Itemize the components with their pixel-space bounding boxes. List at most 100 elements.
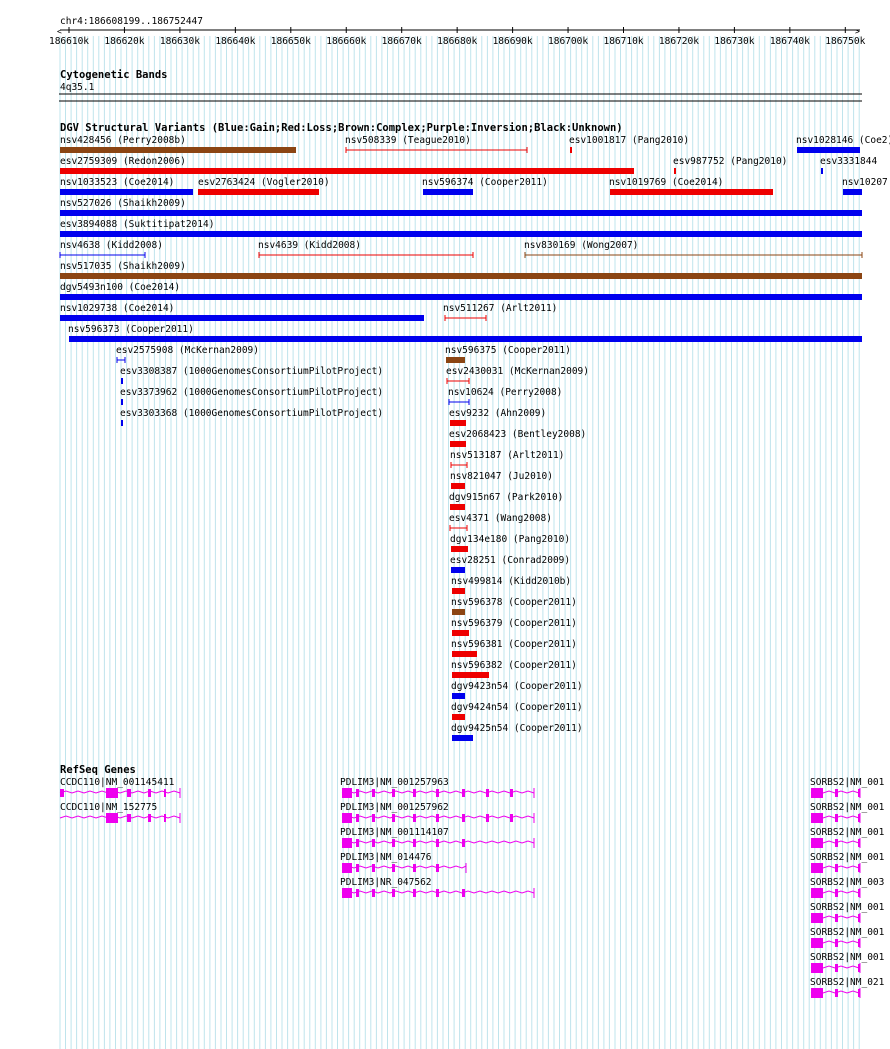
- dgv-variant[interactable]: esv2763424 (Vogler2010): [198, 177, 330, 195]
- dgv-variant-bar[interactable]: [69, 336, 862, 342]
- refseq-gene[interactable]: PDLIM3|NM_014476: [340, 852, 467, 873]
- dgv-variant[interactable]: nsv596374 (Cooper2011): [422, 177, 548, 195]
- dgv-variant[interactable]: nsv10207: [842, 177, 888, 195]
- dgv-variant-bar[interactable]: [60, 168, 634, 174]
- dgv-variant-bar[interactable]: [60, 294, 862, 300]
- dgv-variant-bar[interactable]: [450, 441, 466, 447]
- dgv-variant[interactable]: nsv596382 (Cooper2011): [451, 660, 577, 678]
- dgv-variant[interactable]: nsv511267 (Arlt2011): [443, 303, 557, 321]
- dgv-variant[interactable]: nsv513187 (Arlt2011): [450, 450, 564, 468]
- refseq-gene-model[interactable]: [810, 788, 861, 798]
- dgv-variant-bar[interactable]: [450, 462, 468, 468]
- refseq-gene-model[interactable]: [810, 913, 861, 923]
- refseq-gene[interactable]: CCDC110|NM_152775: [59, 802, 181, 823]
- refseq-gene[interactable]: SORBS2|NM_001: [810, 827, 885, 848]
- dgv-variant-bar[interactable]: [452, 588, 465, 594]
- dgv-variant-bar[interactable]: [449, 525, 468, 531]
- dgv-variant[interactable]: esv3331844: [820, 156, 877, 174]
- dgv-variant-bar[interactable]: [570, 147, 572, 153]
- dgv-variant-bar[interactable]: [60, 231, 862, 237]
- dgv-variant-bar[interactable]: [797, 147, 860, 153]
- dgv-variant-bar[interactable]: [121, 378, 123, 384]
- dgv-variant-bar[interactable]: [452, 714, 465, 720]
- refseq-gene[interactable]: SORBS2|NM_001: [810, 952, 885, 973]
- refseq-gene[interactable]: SORBS2|NM_001: [810, 802, 885, 823]
- dgv-variant[interactable]: nsv1028146 (Coe2): [796, 135, 890, 153]
- dgv-variant-bar[interactable]: [121, 399, 123, 405]
- dgv-variant-bar[interactable]: [524, 252, 863, 258]
- refseq-gene-model[interactable]: [810, 813, 861, 823]
- refseq-gene-model[interactable]: [59, 813, 181, 823]
- dgv-variant-bar[interactable]: [60, 147, 296, 153]
- dgv-variant-bar[interactable]: [452, 609, 465, 615]
- dgv-variant-bar[interactable]: [121, 420, 123, 426]
- dgv-variant-bar[interactable]: [450, 504, 465, 510]
- refseq-gene[interactable]: PDLIM3|NM_001257962: [340, 802, 535, 823]
- refseq-gene-model[interactable]: [810, 863, 861, 873]
- refseq-gene-model[interactable]: [810, 838, 861, 848]
- dgv-variant[interactable]: esv4371 (Wang2008): [449, 513, 552, 531]
- refseq-gene[interactable]: SORBS2|NM_021: [810, 977, 885, 998]
- dgv-variant[interactable]: nsv428456 (Perry2008b): [60, 135, 296, 153]
- dgv-variant[interactable]: nsv1029738 (Coe2014): [60, 303, 424, 321]
- dgv-variant-bar[interactable]: [452, 651, 477, 657]
- dgv-variant[interactable]: nsv596378 (Cooper2011): [451, 597, 577, 615]
- dgv-variant[interactable]: esv3894088 (Suktitipat2014): [60, 219, 862, 237]
- cytoband-track[interactable]: Cytogenetic Bands 4q35.1: [59, 69, 862, 102]
- dgv-variant[interactable]: nsv517035 (Shaikh2009): [60, 261, 862, 279]
- dgv-variant[interactable]: dgv5493n100 (Coe2014): [60, 282, 862, 300]
- dgv-variant-bar[interactable]: [821, 168, 823, 174]
- dgv-variant-bar[interactable]: [60, 189, 193, 195]
- dgv-variant[interactable]: esv2430031 (McKernan2009): [446, 366, 589, 384]
- dgv-variant-bar[interactable]: [198, 189, 319, 195]
- refseq-gene-model[interactable]: [810, 938, 861, 948]
- dgv-variant[interactable]: nsv596375 (Cooper2011): [445, 345, 571, 363]
- refseq-gene[interactable]: SORBS2|NM_001: [810, 777, 885, 798]
- dgv-variant-bar[interactable]: [451, 483, 465, 489]
- dgv-variant[interactable]: nsv508339 (Teague2010): [345, 135, 528, 153]
- dgv-variant-bar[interactable]: [423, 189, 473, 195]
- dgv-variant-bar[interactable]: [451, 567, 465, 573]
- dgv-variant-bar[interactable]: [345, 147, 528, 153]
- dgv-variant-bar[interactable]: [452, 630, 469, 636]
- dgv-variant-bar[interactable]: [60, 273, 862, 279]
- dgv-variant[interactable]: nsv596379 (Cooper2011): [451, 618, 577, 636]
- dgv-variant[interactable]: nsv499814 (Kidd2010b): [451, 576, 571, 594]
- dgv-variant[interactable]: nsv10624 (Perry2008): [448, 387, 562, 405]
- dgv-variant-bar[interactable]: [452, 672, 489, 678]
- dgv-variant-bar[interactable]: [451, 546, 468, 552]
- dgv-variant[interactable]: nsv4638 (Kidd2008): [59, 240, 163, 258]
- refseq-gene-model[interactable]: [810, 988, 861, 998]
- dgv-variant-bar[interactable]: [60, 210, 862, 216]
- dgv-variant-bar[interactable]: [450, 420, 466, 426]
- dgv-variant[interactable]: nsv527026 (Shaikh2009): [60, 198, 862, 216]
- dgv-variant-bar[interactable]: [610, 189, 773, 195]
- refseq-gene[interactable]: CCDC110|NM_001145411: [59, 777, 181, 798]
- dgv-variant[interactable]: nsv596381 (Cooper2011): [451, 639, 577, 657]
- dgv-track[interactable]: DGV Structural Variants (Blue:Gain;Red:L…: [59, 122, 890, 741]
- dgv-variant-bar[interactable]: [448, 399, 470, 405]
- refseq-gene[interactable]: SORBS2|NM_001: [810, 852, 885, 873]
- dgv-variant-bar[interactable]: [258, 252, 474, 258]
- refseq-gene[interactable]: SORBS2|NM_001: [810, 927, 885, 948]
- refseq-gene-model[interactable]: [810, 963, 861, 973]
- dgv-variant-label: nsv596379 (Cooper2011): [451, 618, 577, 629]
- genome-browser-image[interactable]: chr4:186608199..186752447 < > 186610k 186…: [0, 0, 890, 1049]
- refseq-gene[interactable]: SORBS2|NM_001: [810, 902, 885, 923]
- dgv-variant-bar[interactable]: [446, 357, 465, 363]
- dgv-variant-bar[interactable]: [674, 168, 676, 174]
- refseq-gene[interactable]: PDLIM3|NM_001114107: [340, 827, 535, 848]
- dgv-variant-bar[interactable]: [452, 693, 465, 699]
- dgv-variant[interactable]: dgv9425n54 (Cooper2011): [451, 723, 583, 741]
- dgv-variant-bar[interactable]: [60, 315, 424, 321]
- dgv-variant-bar[interactable]: [843, 189, 862, 195]
- refseq-gene-model[interactable]: [59, 788, 181, 798]
- refseq-gene[interactable]: SORBS2|NM_003: [810, 877, 884, 898]
- refseq-gene[interactable]: PDLIM3|NM_001257963: [340, 777, 535, 798]
- refseq-track[interactable]: RefSeq Genes CCDC110|NM_001145411 CCDC110…: [59, 764, 885, 998]
- dgv-variant[interactable]: dgv915n67 (Park2010): [449, 492, 563, 510]
- dgv-variant[interactable]: esv2068423 (Bentley2008): [449, 429, 586, 447]
- dgv-variant[interactable]: nsv1033523 (Coe2014): [60, 177, 193, 195]
- refseq-gene-model[interactable]: [810, 888, 861, 898]
- dgv-variant-bar[interactable]: [452, 735, 473, 741]
